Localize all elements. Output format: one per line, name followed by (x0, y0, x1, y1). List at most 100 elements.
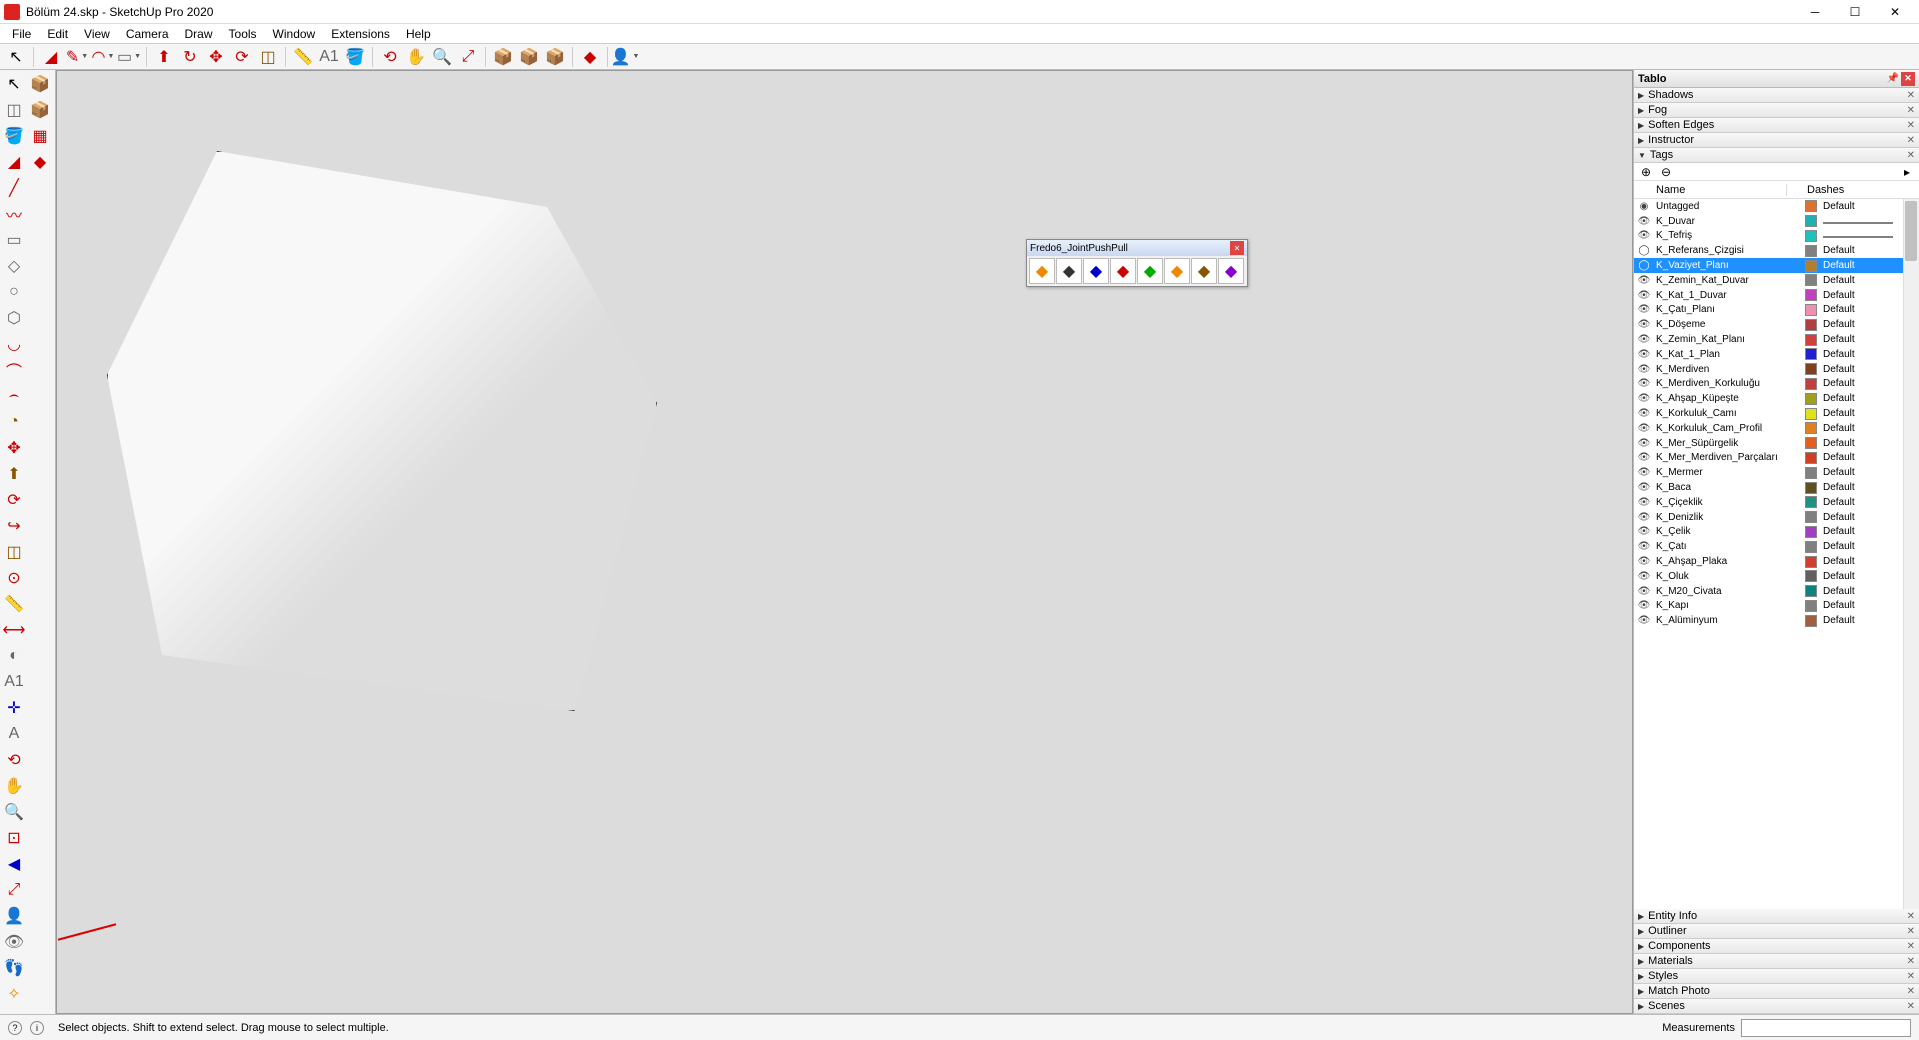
tag-color-swatch[interactable] (1805, 600, 1817, 612)
tag-row[interactable]: 👁K_BacaDefault (1634, 480, 1919, 495)
tag-row[interactable]: 👁K_OlukDefault (1634, 569, 1919, 584)
tray-section-instructor[interactable]: ▶Instructor✕ (1634, 133, 1919, 148)
tray-section-match-photo[interactable]: ▶Match Photo✕ (1634, 984, 1919, 999)
tag-visibility-toggle[interactable]: 👁 (1634, 304, 1654, 315)
section-close-icon[interactable]: ✕ (1907, 911, 1915, 922)
fredo-btn-6[interactable]: ◆ (1164, 258, 1190, 284)
menu-view[interactable]: View (76, 25, 118, 43)
circle-tool[interactable]: ○ (2, 280, 26, 304)
arc3-tool[interactable]: ⌢ (2, 384, 26, 408)
menu-edit[interactable]: Edit (39, 25, 76, 43)
tag-visibility-toggle[interactable]: 👁 (1634, 571, 1654, 582)
zoom-tool-l[interactable]: 🔍 (2, 800, 26, 824)
tag-visibility-toggle[interactable]: 👁 (1634, 230, 1654, 241)
tag-row[interactable]: 👁K_Kat_1_DuvarDefault (1634, 288, 1919, 303)
rect-tool[interactable]: ▭▼ (117, 46, 141, 68)
arc-tool-l[interactable]: ◡ (2, 332, 26, 356)
walk-tool[interactable]: 👣 (2, 956, 26, 980)
maximize-button[interactable]: ☐ (1835, 0, 1875, 24)
tag-visibility-toggle[interactable]: 👁 (1634, 423, 1654, 434)
orbit-tool[interactable]: ⟲ (378, 46, 402, 68)
tag-color-swatch[interactable] (1805, 393, 1817, 405)
pushpull-tool-l[interactable]: ⬆ (2, 462, 26, 486)
help-icon[interactable]: ? (8, 1021, 22, 1035)
offset-tool-l[interactable]: ⊙ (2, 566, 26, 590)
position-camera-tool[interactable]: 👤 (2, 904, 26, 928)
tag-color-swatch[interactable] (1805, 482, 1817, 494)
tag-visibility-toggle[interactable]: 👁 (1634, 275, 1654, 286)
tape-tool-l[interactable]: 📏 (2, 592, 26, 616)
prev-tool[interactable]: ◀ (2, 852, 26, 876)
tag-color-swatch[interactable] (1805, 437, 1817, 449)
tag-color-swatch[interactable] (1805, 319, 1817, 331)
tag-row[interactable]: 👁K_AlüminyumDefault (1634, 613, 1919, 628)
fredo-btn-1[interactable]: ◆ (1029, 258, 1055, 284)
tag-visibility-toggle[interactable]: 👁 (1634, 364, 1654, 375)
tag-row[interactable]: 👁K_Zemin_Kat_PlanıDefault (1634, 332, 1919, 347)
section-close-icon[interactable]: ✕ (1907, 90, 1915, 101)
tag-row[interactable]: 👁K_DenizlikDefault (1634, 510, 1919, 525)
tag-name[interactable]: K_Korkuluk_Cam_Profil (1654, 423, 1803, 434)
tag-name[interactable]: K_Merdiven (1654, 364, 1803, 375)
tag-visibility-toggle[interactable]: 👁 (1634, 615, 1654, 626)
tag-name[interactable]: K_Alüminyum (1654, 615, 1803, 626)
tag-color-swatch[interactable] (1805, 585, 1817, 597)
tag-row[interactable]: 👁K_Ahşap_KüpeşteDefault (1634, 391, 1919, 406)
tray-section-components[interactable]: ▶Components✕ (1634, 939, 1919, 954)
tag-visibility-toggle[interactable]: 👁 (1634, 497, 1654, 508)
eraser-tool-l[interactable]: ◢ (2, 150, 26, 174)
protractor-tool[interactable]: ◐ (2, 644, 26, 668)
tag-row[interactable]: 👁K_Kat_1_PlanDefault (1634, 347, 1919, 362)
panel-close-button[interactable]: ✕ (1901, 72, 1915, 86)
polygon-tool[interactable]: ⬡ (2, 306, 26, 330)
tag-color-swatch[interactable] (1805, 260, 1817, 272)
arc-tool[interactable]: ◠▼ (91, 46, 115, 68)
col-name-header[interactable]: Name (1654, 184, 1787, 196)
panel-header[interactable]: Tablo 📌 ✕ (1634, 70, 1919, 88)
tag-name[interactable]: K_Döşeme (1654, 319, 1803, 330)
tag-name[interactable]: K_Mer_Merdiven_Parçaları (1654, 452, 1803, 463)
menu-help[interactable]: Help (398, 25, 439, 43)
zoom-extents-tool[interactable]: ⤢ (456, 46, 480, 68)
tape-tool[interactable]: 📏 (291, 46, 315, 68)
add-tag-button[interactable]: ⊕ (1638, 164, 1654, 180)
tag-name[interactable]: K_Mer_Süpürgelik (1654, 438, 1803, 449)
move-tool-l[interactable]: ✥ (2, 436, 26, 460)
tag-name[interactable]: Untagged (1654, 201, 1803, 212)
tag-color-swatch[interactable] (1805, 245, 1817, 257)
user-tool[interactable]: 👤▼ (613, 46, 637, 68)
tag-color-swatch[interactable] (1805, 200, 1817, 212)
tag-row[interactable]: 👁K_Mer_Merdiven_ParçalarıDefault (1634, 451, 1919, 466)
scale-tool-l[interactable]: ◫ (2, 540, 26, 564)
tag-name[interactable]: K_Tefriş (1654, 230, 1803, 241)
tag-name[interactable]: K_Mermer (1654, 467, 1803, 478)
layout-tool[interactable]: ▦ (28, 124, 52, 148)
tag-color-swatch[interactable] (1805, 334, 1817, 346)
tray-section-fog[interactable]: ▶Fog✕ (1634, 103, 1919, 118)
menu-file[interactable]: File (4, 25, 39, 43)
tag-row[interactable]: ◯K_Referans_ÇizgisiDefault (1634, 243, 1919, 258)
eraser-tool[interactable]: ◢ (39, 46, 63, 68)
tag-visibility-toggle[interactable]: 👁 (1634, 319, 1654, 330)
tag-name[interactable]: K_Çatı (1654, 541, 1803, 552)
tag-name[interactable]: K_Ahşap_Plaka (1654, 556, 1803, 567)
scrollbar-thumb[interactable] (1905, 201, 1917, 261)
tag-row[interactable]: 👁K_M20_CivataDefault (1634, 584, 1919, 599)
menu-tools[interactable]: Tools (221, 25, 265, 43)
pin-icon[interactable]: 📌 (1887, 73, 1899, 84)
tag-visibility-toggle[interactable]: 👁 (1634, 467, 1654, 478)
tag-visibility-toggle[interactable]: 👁 (1634, 393, 1654, 404)
tray-section-entity-info[interactable]: ▶Entity Info✕ (1634, 909, 1919, 924)
col-dashes-header[interactable]: Dashes (1803, 184, 1903, 196)
rotate-tool[interactable]: ⟳ (230, 46, 254, 68)
tag-visibility-toggle[interactable]: 👁 (1634, 556, 1654, 567)
tag-visibility-toggle[interactable]: 👁 (1634, 512, 1654, 523)
tag-visibility-toggle[interactable]: 👁 (1634, 600, 1654, 611)
tag-visibility-toggle[interactable]: 👁 (1634, 526, 1654, 537)
warehouse-l2[interactable]: 📦 (28, 98, 52, 122)
tray-section-outliner[interactable]: ▶Outliner✕ (1634, 924, 1919, 939)
tag-row[interactable]: ◯K_Vaziyet_PlanıDefault (1634, 258, 1919, 273)
tray-section-scenes[interactable]: ▶Scenes✕ (1634, 999, 1919, 1014)
tag-name[interactable]: K_Oluk (1654, 571, 1803, 582)
tag-color-swatch[interactable] (1805, 615, 1817, 627)
